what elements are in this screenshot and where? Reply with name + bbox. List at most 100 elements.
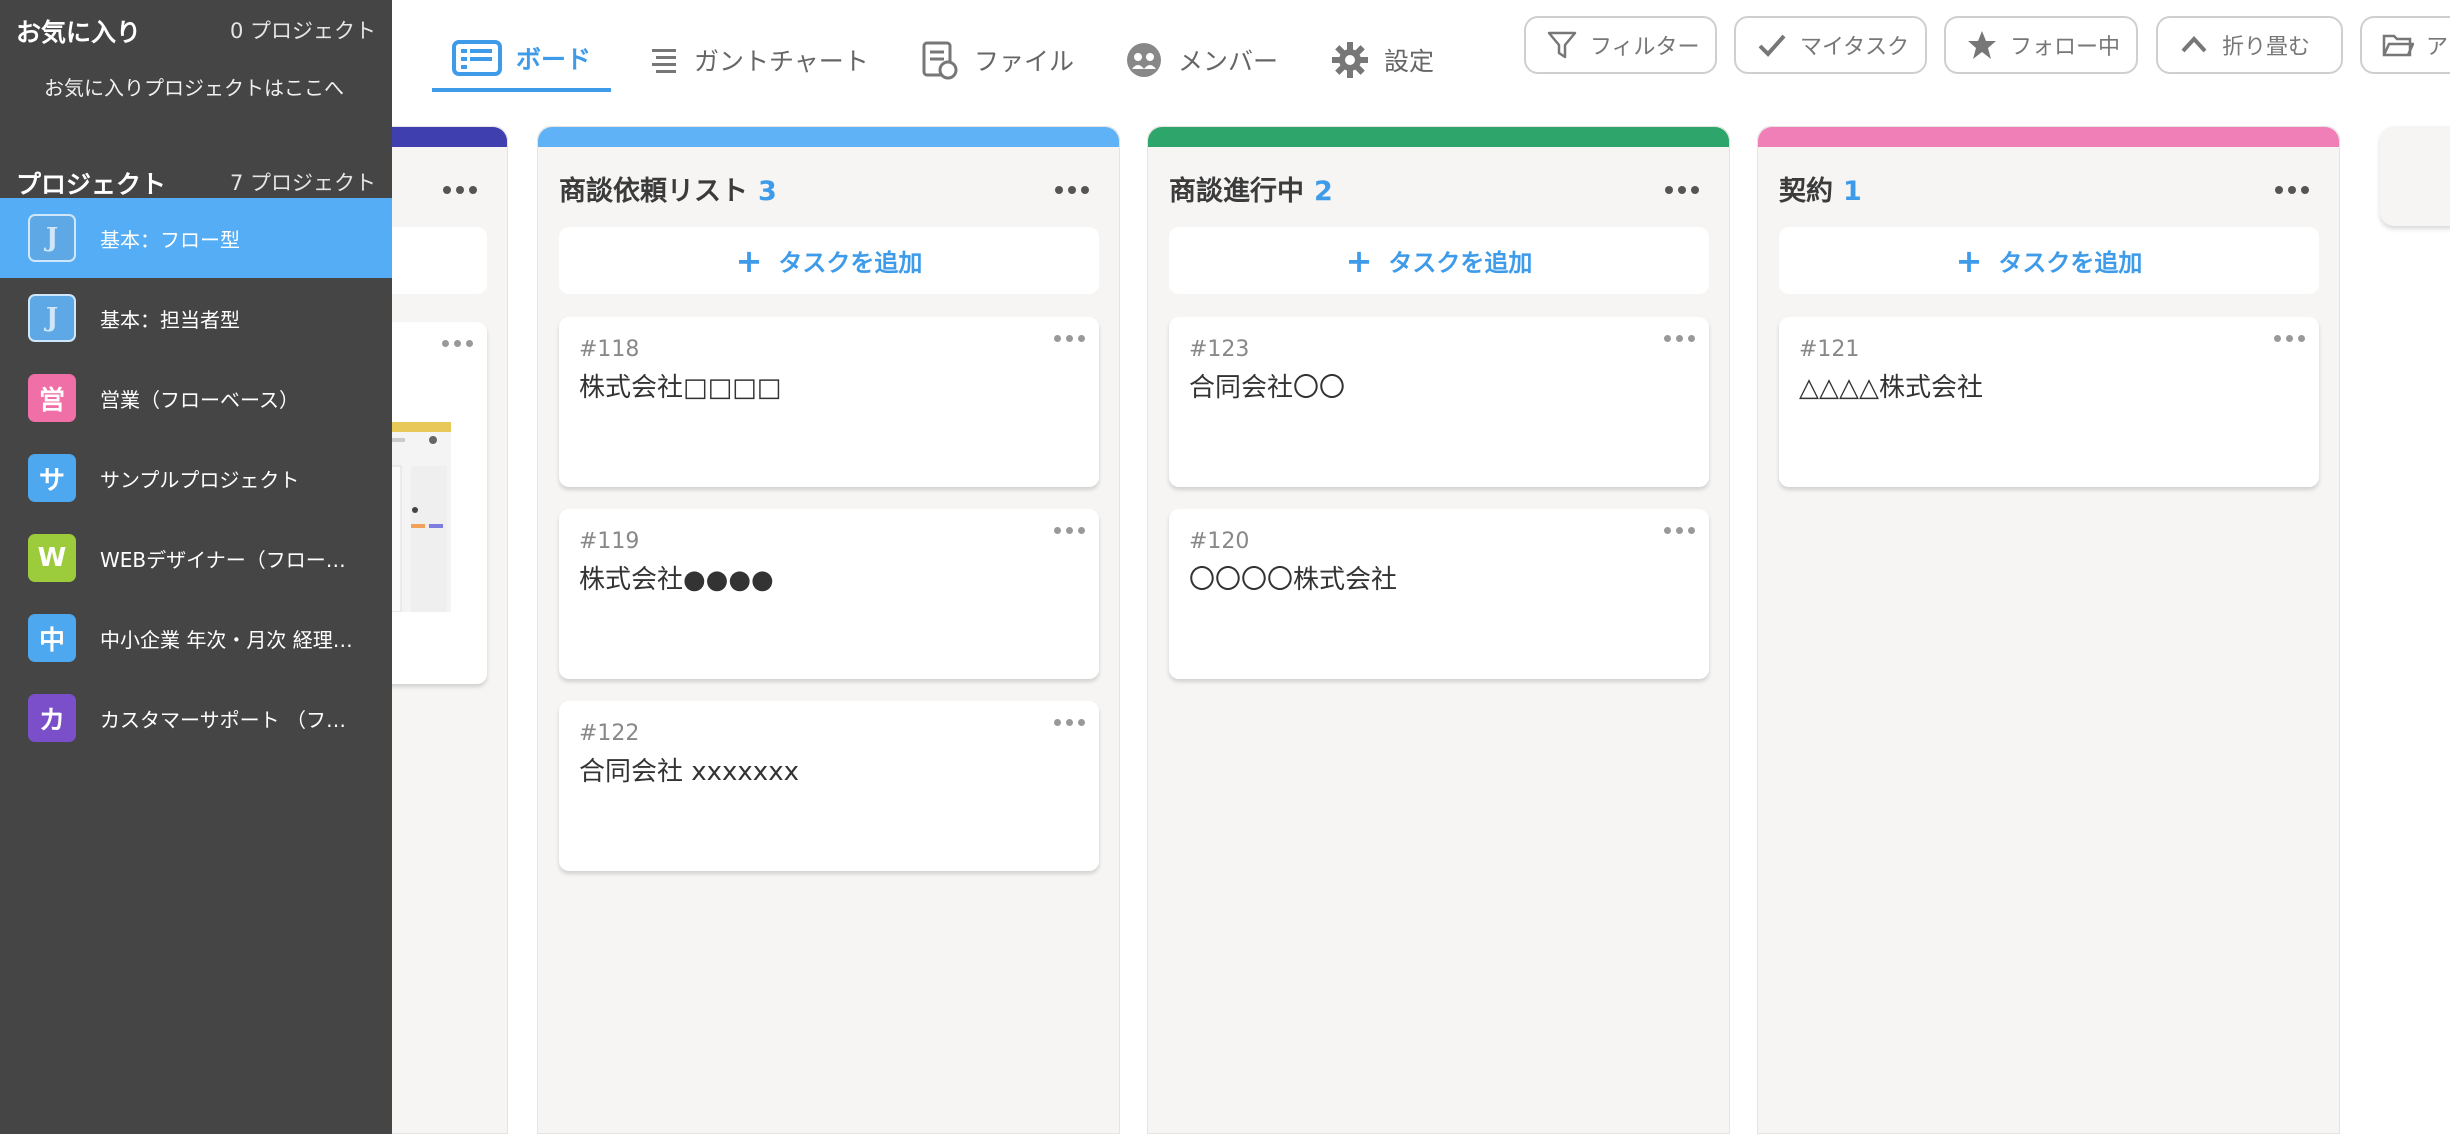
column-color-bar [1758, 127, 2339, 147]
add-task-button[interactable]: + タスクを追加 [559, 227, 1099, 294]
task-card[interactable]: #121 △△△△株式会社 [1779, 317, 2319, 487]
tab-board[interactable]: ボード [432, 28, 612, 92]
my-tasks-button[interactable]: マイタスク [1734, 16, 1927, 74]
column-color-bar [1148, 127, 1729, 147]
column-header: 商談依頼リスト 3 [559, 169, 777, 208]
sidebar-project-item[interactable]: カカスタマーサポート （フ… [0, 678, 392, 758]
column-count: 3 [758, 176, 777, 207]
project-icon: 中 [28, 614, 76, 662]
project-label: 基本：担当者型 [100, 307, 240, 332]
tab-files-label: ファイル [974, 47, 1075, 76]
check-icon [1758, 34, 1786, 57]
tab-files[interactable]: ファイル [900, 28, 1094, 92]
column-menu-icon[interactable] [1665, 186, 1699, 194]
task-card[interactable]: #119 株式会社●●●● [559, 509, 1099, 679]
task-title: 株式会社●●●● [579, 565, 774, 595]
column-menu-icon[interactable] [443, 186, 477, 194]
column-count: 1 [1843, 176, 1862, 207]
collapse-label: 折り畳む [2222, 35, 2311, 60]
sidebar-project-item[interactable]: ササンプルプロジェクト [0, 438, 392, 518]
column-title: 契約 [1779, 176, 1833, 207]
plus-icon: + [1955, 241, 1983, 280]
sidebar: お気に入り 0 プロジェクト お気に入りプロジェクトはここへ プロジェクト 7 … [0, 0, 392, 1134]
card-menu-icon[interactable] [1054, 335, 1085, 342]
add-task-label: タスクを追加 [1998, 249, 2143, 277]
task-number: #121 [1799, 337, 1860, 362]
task-card[interactable]: #122 合同会社 xxxxxxx [559, 701, 1099, 871]
task-number: #123 [1189, 337, 1250, 362]
projects-count: 7 プロジェクト [229, 171, 376, 195]
card-menu-icon[interactable] [1054, 527, 1085, 534]
project-label: サンプルプロジェクト [100, 467, 300, 492]
board-column-offscreen [2380, 126, 2450, 226]
tab-gantt[interactable]: ガントチャート [630, 28, 889, 92]
task-card[interactable]: #120 〇〇〇〇株式会社 [1169, 509, 1709, 679]
star-icon [1968, 31, 1996, 59]
board-icon [452, 40, 502, 76]
sidebar-project-item[interactable]: J 基本：フロー型 [0, 198, 392, 278]
project-icon: W [28, 534, 76, 582]
column-header: 契約 1 [1779, 169, 1862, 208]
sidebar-project-item[interactable]: 中中小企業 年次・月次 経理… [0, 598, 392, 678]
favorites-count: 0 プロジェクト [229, 19, 376, 43]
card-menu-icon[interactable] [1664, 527, 1695, 534]
add-task-label: タスクを追加 [1388, 249, 1533, 277]
task-number: #119 [579, 529, 640, 554]
task-title: 合同会社 xxxxxxx [579, 757, 799, 787]
tab-board-label: ボード [516, 45, 592, 74]
column-header: 商談進行中 2 [1169, 169, 1333, 208]
task-number: #118 [579, 337, 640, 362]
plus-icon: + [1345, 241, 1373, 280]
tab-members-label: メンバー [1178, 47, 1279, 76]
gear-icon [1332, 42, 1368, 78]
project-icon: J [28, 294, 76, 342]
tab-members[interactable]: メンバー [1104, 28, 1298, 92]
add-task-button[interactable]: + タスクを追加 [1169, 227, 1709, 294]
task-card[interactable]: #118 株式会社□□□□ [559, 317, 1099, 487]
tab-settings-label: 設定 [1384, 47, 1435, 76]
project-icon: サ [28, 454, 76, 502]
column-menu-icon[interactable] [2275, 186, 2309, 194]
board-column: 商談進行中 2 + タスクを追加 #123 合同会社〇〇 #120 〇〇〇〇株式会社 [1147, 126, 1730, 1134]
tab-gantt-label: ガントチャート [694, 47, 869, 76]
archive-button[interactable]: ア [2360, 16, 2450, 74]
following-button[interactable]: フォロー中 [1944, 16, 2138, 74]
tab-settings[interactable]: 設定 [1310, 28, 1454, 92]
projects-title: プロジェクト [16, 170, 167, 199]
collapse-button[interactable]: 折り畳む [2156, 16, 2343, 74]
task-title: 合同会社〇〇 [1189, 373, 1346, 403]
file-icon [922, 41, 958, 80]
favorites-placeholder: お気に入りプロジェクトはここへ [44, 76, 344, 100]
board-column: 商談依頼リスト 3 + タスクを追加 #118 株式会社□□□□ #119 株式会社●●●● #… [537, 126, 1120, 1134]
column-title: 商談依頼リスト [559, 176, 748, 207]
card-menu-icon[interactable] [2274, 335, 2305, 342]
sidebar-project-item[interactable]: J 基本：担当者型 [0, 278, 392, 358]
task-card[interactable]: #123 合同会社〇〇 [1169, 317, 1709, 487]
my-tasks-label: マイタスク [1800, 35, 1910, 60]
project-label: カスタマーサポート （フ… [100, 707, 346, 732]
add-task-label: タスクを追加 [778, 249, 923, 277]
project-label: WEBデザイナー（フロー… [100, 547, 346, 572]
task-title: △△△△株式会社 [1799, 373, 1983, 403]
sidebar-project-item[interactable]: 営営業（フローベース） [0, 358, 392, 438]
chevron-up-icon [2181, 36, 2207, 53]
folder-icon [2382, 34, 2414, 57]
plus-icon: + [735, 241, 763, 280]
project-icon: カ [28, 694, 76, 742]
gantt-icon [652, 49, 676, 73]
column-color-bar [538, 127, 1119, 147]
column-title: 商談進行中 [1169, 176, 1304, 207]
project-icon: 営 [28, 374, 76, 422]
column-menu-icon[interactable] [1055, 186, 1089, 194]
add-task-button[interactable]: + タスクを追加 [1779, 227, 2319, 294]
project-label: 基本：フロー型 [100, 227, 240, 252]
favorites-title: お気に入り [16, 18, 142, 47]
card-menu-icon[interactable] [1054, 719, 1085, 726]
board-column: 契約 1 + タスクを追加 #121 △△△△株式会社 [1757, 126, 2340, 1134]
card-menu-icon[interactable] [1664, 335, 1695, 342]
filter-button[interactable]: フィルター [1524, 16, 1717, 74]
archive-label: ア [2426, 35, 2449, 60]
task-number: #120 [1189, 529, 1250, 554]
sidebar-project-item[interactable]: W WEBデザイナー（フロー… [0, 518, 392, 598]
card-menu-icon[interactable] [442, 340, 473, 347]
